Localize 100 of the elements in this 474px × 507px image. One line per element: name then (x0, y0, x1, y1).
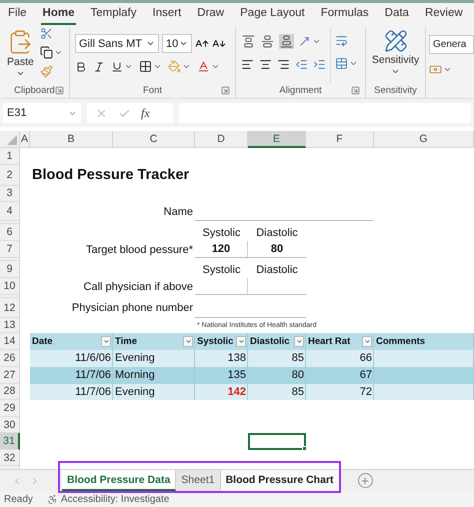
paintbrush-icon[interactable] (40, 65, 53, 78)
filter-button[interactable] (294, 336, 304, 347)
row-number[interactable]: 29 (0, 400, 20, 417)
table-header-cell: Date (30, 333, 113, 350)
name-box[interactable]: E31 (3, 103, 81, 123)
caret-icon (238, 338, 244, 345)
caret-icon[interactable] (312, 37, 321, 46)
decrease-indent-icon[interactable] (295, 58, 308, 71)
fill-color-icon[interactable] (168, 60, 181, 73)
menu-tab[interactable]: Formulas (318, 3, 371, 25)
wrap-text-icon[interactable] (335, 34, 348, 47)
align-left-icon[interactable] (241, 58, 254, 71)
menu-tab[interactable]: Insert (150, 3, 184, 25)
merge-cells-icon[interactable] (335, 57, 348, 70)
column-header[interactable]: F (306, 131, 374, 148)
font-name-field[interactable]: Gill Sans MT (75, 34, 159, 53)
align-right-icon[interactable] (277, 58, 290, 71)
orientation-icon[interactable] (298, 35, 311, 48)
align-middle-icon[interactable] (260, 34, 275, 49)
row-number[interactable]: 6 (0, 224, 20, 241)
copy-icon[interactable] (40, 46, 53, 59)
column-header[interactable]: A (20, 131, 30, 148)
new-sheet-button[interactable] (358, 473, 373, 488)
caret-icon (146, 39, 155, 48)
status-text: Ready (4, 494, 33, 504)
dialog-launcher-icon[interactable] (55, 86, 64, 95)
caret-icon[interactable] (211, 62, 220, 71)
table-cell: 80 (248, 366, 306, 384)
italic-icon[interactable] (93, 60, 105, 72)
align-bottom-icon[interactable] (279, 34, 294, 49)
row-number[interactable]: 4 (0, 202, 20, 221)
row-number[interactable]: 27 (0, 366, 20, 384)
row-number[interactable]: 7 (0, 241, 20, 258)
border-icon[interactable] (139, 60, 152, 73)
column-header[interactable]: G (374, 131, 474, 148)
menu-tab[interactable]: File (6, 3, 29, 25)
column-header[interactable]: B (30, 131, 113, 148)
sheet-tab[interactable]: Blood Pressure Chart (220, 470, 340, 491)
group-label: Sensitivity (374, 85, 417, 96)
scissors-icon[interactable] (40, 27, 53, 40)
row-number[interactable]: 1 (0, 148, 20, 164)
caret-icon[interactable] (153, 62, 162, 71)
row-number[interactable]: 13 (0, 318, 20, 333)
menu-tab[interactable]: Page Layout (238, 3, 307, 25)
column-header[interactable]: C (113, 131, 195, 148)
caret-icon[interactable] (54, 48, 63, 57)
bold-icon[interactable] (75, 60, 87, 72)
currency-icon[interactable] (429, 63, 442, 76)
row-number[interactable]: 14 (0, 333, 20, 350)
caret-icon (16, 69, 25, 78)
paste-button[interactable]: Paste (5, 27, 36, 83)
menu-tab[interactable]: Draw (195, 3, 226, 25)
accessibility-icon[interactable] (46, 494, 58, 504)
column-header[interactable]: D (195, 131, 248, 148)
filter-button[interactable] (236, 336, 246, 347)
number-format-field[interactable]: Genera (429, 35, 474, 54)
underline-icon[interactable] (111, 60, 123, 72)
increase-indent-icon[interactable] (313, 58, 326, 71)
dialog-launcher-icon[interactable] (221, 86, 230, 95)
caret-icon (102, 338, 110, 345)
caret-icon[interactable] (349, 59, 358, 68)
row-number[interactable]: 2 (0, 164, 20, 186)
table-cell: Evening (113, 350, 195, 367)
input-cell[interactable]: 80 (248, 241, 306, 258)
input-cell[interactable] (195, 278, 248, 295)
menu-tab[interactable]: Data (382, 3, 411, 25)
align-center-icon[interactable] (259, 58, 272, 71)
filter-button[interactable] (183, 336, 193, 347)
sheet-tab[interactable]: Blood Pressure Data (62, 470, 176, 491)
accessibility-status[interactable]: Accessibility: Investigate (60, 494, 170, 504)
row-number[interactable]: 12 (0, 298, 20, 318)
table-cell: 66 (306, 350, 374, 367)
row-number[interactable]: 3 (0, 186, 20, 202)
row-number[interactable]: 30 (0, 416, 20, 434)
caret-icon[interactable] (443, 65, 452, 74)
row-number[interactable]: 10 (0, 278, 20, 295)
filter-button[interactable] (362, 336, 372, 347)
align-top-icon[interactable] (241, 34, 256, 49)
row-number[interactable]: 26 (0, 350, 20, 367)
font-size-field[interactable]: 10 (162, 34, 192, 53)
row-number[interactable]: 28 (0, 384, 20, 400)
sheet-tab[interactable]: Sheet1 (176, 470, 221, 491)
menu-tab[interactable]: Templafy (88, 3, 139, 25)
row-number[interactable]: 31 (0, 433, 20, 450)
filter-button[interactable] (101, 336, 111, 347)
menu-tab[interactable]: Review (422, 3, 465, 25)
dialog-launcher-icon[interactable] (351, 86, 360, 95)
row-number[interactable]: 32 (0, 450, 20, 466)
group-label: Alignment (279, 85, 322, 96)
row-number[interactable]: 9 (0, 261, 20, 278)
input-cell[interactable]: 120 (195, 241, 248, 258)
caret-icon (296, 338, 302, 345)
active-cell[interactable] (248, 433, 306, 450)
column-header[interactable]: E (248, 131, 306, 148)
caret-icon[interactable] (124, 62, 133, 71)
font-color-icon[interactable] (197, 60, 210, 73)
caret-icon[interactable] (182, 62, 191, 71)
sensitivity-button[interactable]: Sensitivity (370, 27, 422, 83)
insert-function-button[interactable]: fx (141, 106, 150, 120)
table-cell: 11/6/06 (30, 350, 113, 367)
